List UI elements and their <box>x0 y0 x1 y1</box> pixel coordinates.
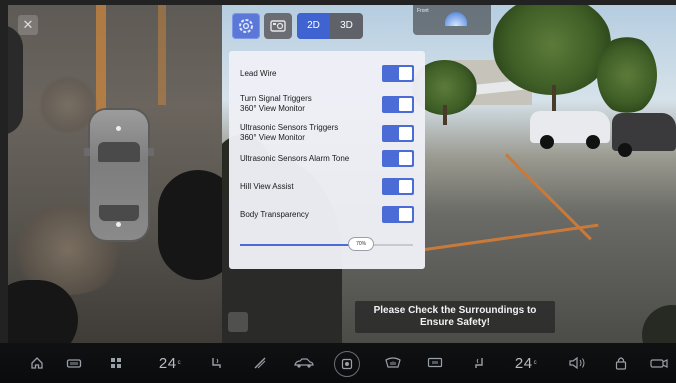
driver-temperature-value: 24 <box>158 354 177 372</box>
setting-label-lead-wire: Lead Wire <box>240 68 277 78</box>
vehicle-top-view <box>84 110 154 240</box>
setting-row-ultrasonic-trigger: Ultrasonic Sensors Triggers 360° View Mo… <box>240 123 415 143</box>
transparency-slider[interactable] <box>240 244 413 246</box>
view-3d-button[interactable]: 3D <box>330 13 363 39</box>
lead-wire-toggle[interactable] <box>382 65 414 82</box>
surround-view-screen: ✕ Front 2D 3D Lead Wire Turn Signal Trig… <box>0 0 676 383</box>
lock-icon <box>615 357 627 370</box>
passenger-temperature-unit: c <box>533 360 538 366</box>
view-mode-toggle[interactable]: 2D 3D <box>297 13 363 39</box>
car-front-icon <box>66 359 82 368</box>
car-settings-button[interactable] <box>292 343 316 383</box>
passenger-temperature[interactable]: 24 c <box>508 343 544 383</box>
turn-signal-trigger-toggle[interactable] <box>382 96 414 113</box>
rear-defrost-button[interactable] <box>425 343 445 383</box>
home-icon <box>31 357 43 369</box>
gear-icon <box>239 19 253 33</box>
front-defrost-icon <box>385 357 401 368</box>
close-view-button[interactable]: ✕ <box>18 15 38 35</box>
front-camera-arc-icon <box>445 12 467 26</box>
wiper-button[interactable] <box>250 343 270 383</box>
front-defrost-button[interactable] <box>383 343 403 383</box>
driver-temperature-unit: c <box>177 360 182 366</box>
passenger-seat-heat-button[interactable] <box>470 343 490 383</box>
setting-row-hill-view: Hill View Assist <box>240 178 415 195</box>
view-settings-panel: Lead Wire Turn Signal Triggers 360° View… <box>229 51 425 269</box>
home-button[interactable] <box>27 343 47 383</box>
camera-view-button[interactable] <box>648 343 670 383</box>
transparency-slider-thumb[interactable]: 70% <box>348 237 375 251</box>
camera-switch-button[interactable] <box>264 13 292 39</box>
setting-row-lead-wire: Lead Wire <box>240 65 415 82</box>
setting-label-hill-view: Hill View Assist <box>240 181 294 191</box>
body-transparency-toggle[interactable] <box>382 206 414 223</box>
view-2d-button[interactable]: 2D <box>297 13 330 39</box>
lock-button[interactable] <box>611 343 631 383</box>
warning-line-1: Please Check the Surroundings to <box>373 305 537 316</box>
setting-label-ultrasonic-trigger: Ultrasonic Sensors Triggers 360° View Mo… <box>240 123 339 142</box>
seat-icon <box>212 358 221 368</box>
apps-grid-icon <box>111 358 121 368</box>
setting-row-alarm-tone: Ultrasonic Sensors Alarm Tone <box>240 150 415 167</box>
speaker-icon <box>569 357 585 369</box>
wiper-icon <box>254 357 266 369</box>
fan-icon <box>341 358 353 370</box>
front-camera-label: Front <box>417 8 429 14</box>
rear-defrost-icon <box>427 357 443 368</box>
driver-temperature[interactable]: 24 c <box>152 343 188 383</box>
hill-view-assist-toggle[interactable] <box>382 178 414 195</box>
seat-heat-icon <box>475 358 483 368</box>
setting-row-body-transparency: Body Transparency <box>240 206 415 223</box>
safety-warning-banner: Please Check the Surroundings to Ensure … <box>355 301 555 333</box>
warning-line-2: Ensure Safety! <box>419 317 491 328</box>
front-camera-indicator[interactable]: Front <box>413 5 491 35</box>
setting-label-alarm-tone: Ultrasonic Sensors Alarm Tone <box>240 153 350 163</box>
seat-heat-button[interactable] <box>206 343 226 383</box>
car-side-icon <box>294 358 314 368</box>
volume-button[interactable] <box>567 343 589 383</box>
setting-label-body-transparency: Body Transparency <box>240 209 309 219</box>
birds-eye-view: ✕ <box>8 5 222 343</box>
setting-label-turn-signal: Turn Signal Triggers 360° View Monitor <box>240 94 312 113</box>
camera-icon <box>270 20 286 32</box>
car-camera-icon <box>650 359 668 368</box>
collapse-view-button[interactable] <box>228 312 248 332</box>
apps-button[interactable] <box>106 343 126 383</box>
ultrasonic-trigger-toggle[interactable] <box>382 125 414 142</box>
setting-row-turn-signal: Turn Signal Triggers 360° View Monitor <box>240 94 415 114</box>
passenger-temperature-value: 24 <box>514 354 533 372</box>
settings-button[interactable] <box>232 13 260 39</box>
alarm-tone-toggle[interactable] <box>382 150 414 167</box>
vehicle-button[interactable] <box>64 343 84 383</box>
ac-control-button[interactable] <box>334 351 360 377</box>
transparency-slider-fill <box>240 244 362 246</box>
